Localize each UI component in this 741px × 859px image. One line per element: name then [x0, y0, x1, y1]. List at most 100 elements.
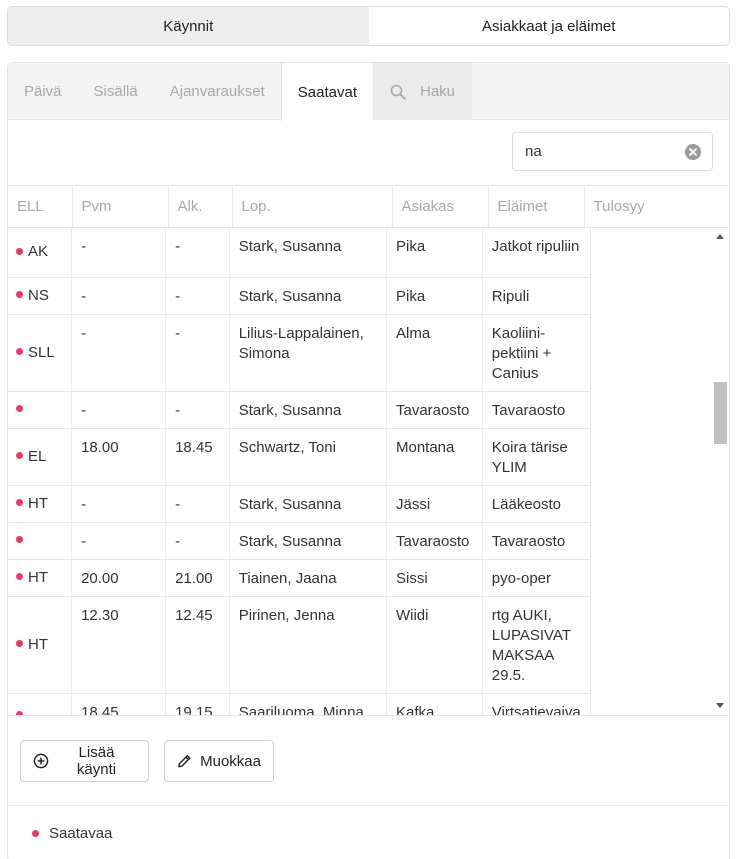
start-cell: -: [165, 277, 230, 315]
column-header-client[interactable]: Asiakas: [392, 185, 489, 228]
animals-cell: rtg AUKI, LUPASIVAT MAKSAA 29.5.: [482, 596, 591, 694]
table-row[interactable]: HT 12.30 12.45 Pirinen, Jenna Wiidi rtg AUKI,…: [8, 596, 729, 694]
ell-cell: [8, 391, 73, 429]
receivable-dot-icon: [16, 573, 23, 581]
receivable-dot-icon: [16, 405, 23, 413]
plus-circle-icon: [33, 753, 49, 769]
table-scrollbar[interactable]: [713, 228, 728, 715]
start-cell: 19.15: [165, 693, 230, 715]
table-row[interactable]: HT 20.00 21.00 Tiainen, Jaana Sissi pyo-oper: [8, 559, 729, 597]
table-row[interactable]: AK - - Stark, Susanna Pika Jatkot ripuliin: [8, 228, 729, 278]
receivable-dot-icon: [32, 829, 39, 837]
animals-cell: Tavaraosto: [482, 391, 591, 429]
date-cell: -: [71, 228, 167, 278]
column-header-date[interactable]: Pvm: [72, 185, 169, 228]
column-header-ell[interactable]: ELL: [8, 185, 73, 228]
reason-cell: [590, 596, 729, 693]
edit-label: Muokkaa: [200, 752, 261, 770]
end-cell: Schwartz, Toni: [229, 428, 387, 486]
end-cell: Stark, Susanna: [229, 485, 387, 523]
start-cell: -: [165, 228, 230, 278]
legend-receivable-label: Saatavaa: [49, 825, 113, 842]
receivable-dot-icon: [16, 452, 23, 460]
end-cell: Stark, Susanna: [229, 522, 387, 560]
table-header: ELL Pvm Alk. Lop. Asiakas Eläimet Tulosy…: [8, 185, 729, 228]
reason-cell: [590, 522, 729, 559]
tab-inside[interactable]: Sisällä: [78, 63, 154, 120]
client-cell: Wiidi: [386, 596, 483, 694]
visits-panel: Päivä Sisällä Ajanvaraukset Saatavat Hak…: [7, 62, 730, 859]
column-header-animals[interactable]: Eläimet: [488, 185, 585, 228]
column-header-start[interactable]: Alk.: [168, 185, 233, 228]
edit-button[interactable]: Muokkaa: [164, 740, 274, 782]
clear-icon[interactable]: [685, 144, 701, 160]
tab-appointments[interactable]: Ajanvaraukset: [154, 63, 281, 120]
client-cell: Montana: [386, 428, 483, 486]
client-cell: Alma: [386, 314, 483, 392]
column-header-end[interactable]: Lop.: [232, 185, 393, 228]
ell-code: HT: [28, 635, 48, 653]
filter-input[interactable]: [512, 132, 713, 171]
start-cell: -: [165, 522, 230, 560]
action-bar: Lisää käynti Muokkaa: [8, 715, 729, 806]
reason-cell: [590, 559, 729, 596]
animals-cell: Jatkot ripuliin: [482, 228, 591, 278]
ell-cell: AK: [8, 228, 73, 278]
table-row[interactable]: 18.45 19.15 Saariluoma, Minna Kafka Virtsati…: [8, 693, 729, 715]
ell-code: HT: [28, 494, 48, 512]
date-cell: 18.45: [71, 693, 167, 715]
ell-code: AK: [28, 243, 49, 261]
animals-cell: pyo-oper: [482, 559, 591, 597]
table-row[interactable]: NS - - Stark, Susanna Pika Ripuli: [8, 277, 729, 315]
tab-day[interactable]: Päivä: [8, 63, 78, 120]
ell-cell: [8, 693, 73, 715]
search-icon: [390, 84, 406, 100]
table-row[interactable]: SLL - - Lilius-Lappalainen, Simona Alma Kaoli…: [8, 314, 729, 392]
table-row[interactable]: - - Stark, Susanna Tavaraosto Tavaraosto: [8, 391, 729, 429]
scroll-up-arrow-icon[interactable]: [716, 234, 724, 239]
end-cell: Lilius-Lappalainen, Simona: [229, 314, 387, 392]
clients-switch-button[interactable]: Asiakkaat ja eläimet: [368, 7, 729, 45]
client-cell: Pika: [386, 277, 483, 315]
scroll-thumb[interactable]: [714, 382, 727, 444]
animals-cell: Ripuli: [482, 277, 591, 315]
ell-cell: EL: [8, 428, 73, 486]
table-row[interactable]: - - Stark, Susanna Tavaraosto Tavaraosto: [8, 522, 729, 560]
end-cell: Tiainen, Jaana: [229, 559, 387, 597]
start-cell: -: [165, 391, 230, 429]
view-switch: Käynnit Asiakkaat ja eläimet: [7, 6, 730, 46]
animals-cell: Tavaraosto: [482, 522, 591, 560]
legend: Saatavaa: [32, 825, 112, 842]
add-visit-label: Lisää käynti: [76, 744, 117, 778]
date-cell: -: [71, 391, 167, 429]
start-cell: -: [165, 485, 230, 523]
date-cell: 20.00: [71, 559, 167, 597]
table-row[interactable]: EL 18.00 18.45 Schwartz, Toni Montana Koira t…: [8, 428, 729, 486]
receivable-dot-icon: [16, 499, 23, 507]
pencil-icon: [178, 754, 191, 768]
tab-receivables[interactable]: Saatavat: [280, 63, 374, 121]
scroll-down-arrow-icon[interactable]: [716, 703, 724, 708]
reason-cell: [590, 228, 729, 277]
receivable-dot-icon: [16, 348, 23, 356]
ell-cell: HT: [8, 559, 73, 597]
client-cell: Kafka: [386, 693, 483, 715]
add-visit-button[interactable]: Lisää käynti: [20, 740, 149, 782]
visits-switch-button[interactable]: Käynnit: [8, 7, 369, 45]
tab-bar: Päivä Sisällä Ajanvaraukset Saatavat Hak…: [8, 63, 729, 121]
receivable-dot-icon: [16, 247, 23, 255]
ell-code: HT: [28, 568, 48, 586]
table-body[interactable]: AK - - Stark, Susanna Pika Jatkot ripuliin NS -…: [8, 228, 729, 715]
tab-search[interactable]: Haku: [374, 63, 472, 120]
ell-code: SLL: [28, 343, 55, 361]
table-row[interactable]: HT - - Stark, Susanna Jässi Lääkeosto: [8, 485, 729, 523]
date-cell: -: [71, 277, 167, 315]
date-cell: -: [71, 485, 167, 523]
column-header-reason[interactable]: Tulosyy: [584, 185, 729, 228]
date-cell: -: [71, 314, 167, 392]
ell-cell: HT: [8, 485, 73, 523]
client-cell: Sissi: [386, 559, 483, 597]
start-cell: -: [165, 314, 230, 392]
receivable-dot-icon: [16, 536, 23, 544]
start-cell: 21.00: [165, 559, 230, 597]
